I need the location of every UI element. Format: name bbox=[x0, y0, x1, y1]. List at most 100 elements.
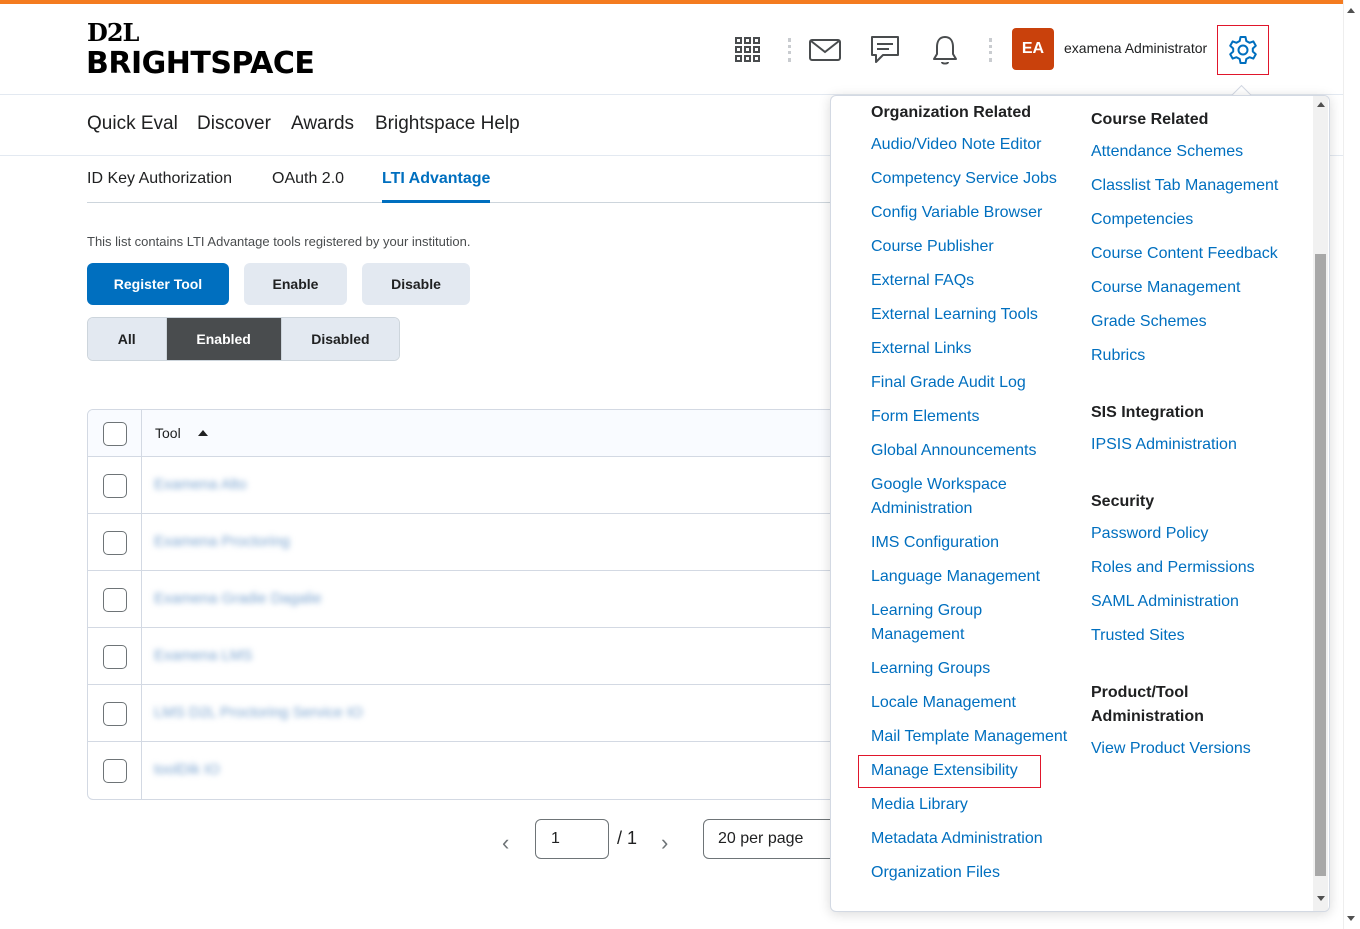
link-competency-service-jobs[interactable]: Competency Service Jobs bbox=[871, 167, 1057, 191]
link-course-management[interactable]: Course Management bbox=[1091, 276, 1240, 300]
page-scrollbar[interactable] bbox=[1343, 0, 1360, 929]
link-media-library[interactable]: Media Library bbox=[871, 793, 968, 817]
table-row: Examena LMS bbox=[88, 628, 848, 685]
enable-button[interactable]: Enable bbox=[244, 263, 347, 305]
table-row: Examena Alto bbox=[88, 457, 848, 514]
gear-icon bbox=[1229, 36, 1257, 64]
prev-page-icon[interactable]: ‹ bbox=[502, 830, 509, 856]
link-global-announcements[interactable]: Global Announcements bbox=[871, 439, 1036, 463]
next-page-icon[interactable]: › bbox=[661, 830, 668, 856]
link-course-content-feedback[interactable]: Course Content Feedback bbox=[1091, 242, 1278, 266]
link-course-publisher[interactable]: Course Publisher bbox=[871, 235, 994, 259]
header-separator bbox=[788, 38, 794, 62]
admin-tools-dropdown: Organization Related Audio/Video Note Ed… bbox=[830, 95, 1330, 912]
link-final-grade-audit-log[interactable]: Final Grade Audit Log bbox=[871, 371, 1026, 395]
link-saml-administration[interactable]: SAML Administration bbox=[1091, 590, 1239, 614]
register-tool-button[interactable]: Register Tool bbox=[87, 263, 229, 305]
page-number-input[interactable]: 1 bbox=[535, 819, 609, 859]
link-learning-groups[interactable]: Learning Groups bbox=[871, 657, 990, 681]
column-divider bbox=[141, 410, 142, 799]
nav-awards[interactable]: Awards bbox=[291, 113, 354, 135]
link-google-workspace-administration[interactable]: Google Workspace Administration bbox=[871, 473, 1046, 521]
header-separator bbox=[989, 38, 995, 62]
row-checkbox[interactable] bbox=[103, 531, 127, 555]
link-rubrics[interactable]: Rubrics bbox=[1091, 344, 1145, 368]
tab-lti-advantage[interactable]: LTI Advantage bbox=[382, 170, 491, 203]
mail-icon[interactable] bbox=[807, 32, 843, 68]
chat-icon[interactable] bbox=[867, 32, 903, 68]
link-config-variable-browser[interactable]: Config Variable Browser bbox=[871, 201, 1042, 225]
tools-table: Tool Examena Alto Examena Proctoring Exa… bbox=[87, 409, 849, 800]
tool-name-link[interactable]: Examena LMS bbox=[154, 647, 252, 664]
link-learning-group-management[interactable]: Learning Group Management bbox=[871, 599, 1021, 647]
header: D2L BRIGHTSPACE EA examena Administrator bbox=[0, 4, 1343, 95]
logo-d2l: D2L bbox=[87, 18, 139, 47]
link-locale-management[interactable]: Locale Management bbox=[871, 691, 1016, 715]
table-row: LMS D2L Proctoring Service IO bbox=[88, 685, 848, 742]
link-attendance-schemes[interactable]: Attendance Schemes bbox=[1091, 140, 1243, 164]
link-ims-configuration[interactable]: IMS Configuration bbox=[871, 531, 999, 555]
heading-product-tool-administration: Product/Tool Administration bbox=[1091, 684, 1204, 725]
tool-name-link[interactable]: toolDik IO bbox=[154, 761, 220, 778]
table-row: Examena Proctoring bbox=[88, 514, 848, 571]
table-row: Examena Gradie Dagalie bbox=[88, 571, 848, 628]
tool-name-link[interactable]: Examena Gradie Dagalie bbox=[154, 590, 322, 607]
link-password-policy[interactable]: Password Policy bbox=[1091, 522, 1208, 546]
scroll-up-icon[interactable] bbox=[1317, 102, 1325, 107]
status-filter: All Enabled Disabled bbox=[87, 317, 400, 361]
page-scroll-up-icon[interactable] bbox=[1347, 8, 1355, 13]
link-external-learning-tools[interactable]: External Learning Tools bbox=[871, 303, 1038, 327]
filter-enabled[interactable]: Enabled bbox=[166, 318, 282, 360]
select-all-checkbox[interactable] bbox=[103, 422, 127, 446]
link-language-management[interactable]: Language Management bbox=[871, 565, 1040, 589]
tool-name-link[interactable]: LMS D2L Proctoring Service IO bbox=[154, 704, 363, 721]
tool-name-link[interactable]: Examena Proctoring bbox=[154, 533, 290, 550]
filter-all[interactable]: All bbox=[88, 318, 167, 360]
link-trusted-sites[interactable]: Trusted Sites bbox=[1091, 624, 1185, 648]
link-mail-template-management[interactable]: Mail Template Management bbox=[871, 725, 1067, 749]
row-checkbox[interactable] bbox=[103, 588, 127, 612]
link-ipsis-administration[interactable]: IPSIS Administration bbox=[1091, 433, 1237, 457]
link-competencies[interactable]: Competencies bbox=[1091, 208, 1193, 232]
avatar[interactable]: EA bbox=[1012, 28, 1054, 70]
link-form-elements[interactable]: Form Elements bbox=[871, 405, 979, 429]
link-metadata-administration[interactable]: Metadata Administration bbox=[871, 827, 1043, 851]
heading-sis-integration: SIS Integration bbox=[1091, 404, 1204, 421]
link-audio-video-note-editor[interactable]: Audio/Video Note Editor bbox=[871, 133, 1041, 157]
sort-ascending-icon[interactable] bbox=[198, 430, 208, 436]
link-view-product-versions[interactable]: View Product Versions bbox=[1091, 737, 1251, 761]
link-grade-schemes[interactable]: Grade Schemes bbox=[1091, 310, 1207, 334]
heading-course-related: Course Related bbox=[1091, 111, 1209, 128]
tool-name-link[interactable]: Examena Alto bbox=[154, 476, 247, 493]
filter-disabled[interactable]: Disabled bbox=[281, 318, 399, 360]
disable-button[interactable]: Disable bbox=[362, 263, 470, 305]
link-external-links[interactable]: External Links bbox=[871, 337, 972, 361]
table-row: toolDik IO bbox=[88, 742, 848, 798]
row-checkbox[interactable] bbox=[103, 702, 127, 726]
heading-organization-related: Organization Related bbox=[871, 104, 1032, 121]
tab-oauth-2[interactable]: OAuth 2.0 bbox=[272, 170, 344, 188]
username[interactable]: examena Administrator bbox=[1064, 40, 1207, 56]
nav-discover[interactable]: Discover bbox=[197, 113, 271, 135]
row-checkbox[interactable] bbox=[103, 474, 127, 498]
link-classlist-tab-management[interactable]: Classlist Tab Management bbox=[1091, 174, 1278, 198]
link-organization-files[interactable]: Organization Files bbox=[871, 861, 1000, 885]
logo-brightspace[interactable]: BRIGHTSPACE bbox=[86, 46, 315, 81]
link-external-faqs[interactable]: External FAQs bbox=[871, 269, 974, 293]
row-checkbox[interactable] bbox=[103, 645, 127, 669]
column-header-tool[interactable]: Tool bbox=[155, 425, 181, 441]
admin-tools-button[interactable] bbox=[1217, 25, 1269, 75]
link-roles-and-permissions[interactable]: Roles and Permissions bbox=[1091, 556, 1255, 580]
highlight-annotation bbox=[858, 755, 1041, 788]
table-header: Tool bbox=[88, 410, 848, 457]
page-scroll-down-icon[interactable] bbox=[1347, 916, 1355, 921]
bell-icon[interactable] bbox=[927, 32, 963, 68]
apps-grid-icon[interactable] bbox=[730, 32, 766, 68]
nav-quick-eval[interactable]: Quick Eval bbox=[87, 113, 178, 135]
page-description: This list contains LTI Advantage tools r… bbox=[87, 234, 471, 249]
dropdown-scrollbar-thumb[interactable] bbox=[1315, 254, 1326, 876]
tab-id-key-authorization[interactable]: ID Key Authorization bbox=[87, 170, 232, 188]
nav-brightspace-help[interactable]: Brightspace Help bbox=[375, 113, 520, 135]
row-checkbox[interactable] bbox=[103, 759, 127, 783]
scroll-down-icon[interactable] bbox=[1317, 896, 1325, 901]
